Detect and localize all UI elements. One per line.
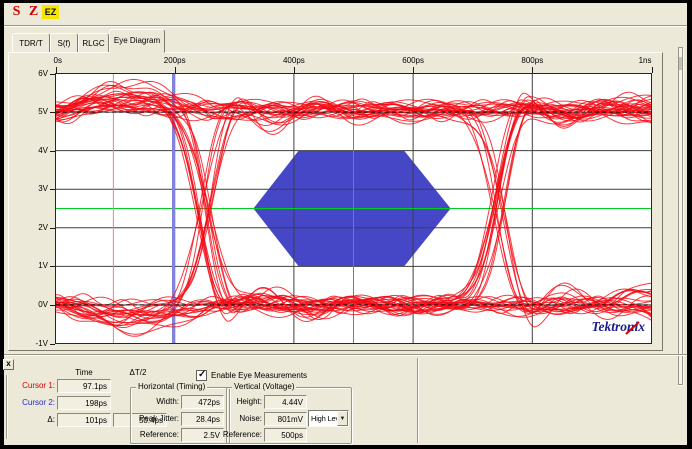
- cursor2-label: Cursor 2:: [22, 398, 55, 408]
- x-axis-tick-label: 800ps: [512, 56, 552, 65]
- eye-diagram-plot[interactable]: Tektronix: [55, 73, 652, 344]
- peak-jitter-field: 28.4ps: [181, 412, 224, 426]
- x-axis-tick-label: 0s: [54, 56, 62, 65]
- width-label: Width:: [156, 397, 179, 407]
- x-axis-tick: [56, 67, 57, 73]
- y-axis-tick-label: 1V: [20, 261, 48, 270]
- tab-label: Eye Diagram: [114, 36, 160, 45]
- y-axis-tick: [50, 151, 55, 152]
- delta-t-half-column-header: ΔT/2: [110, 368, 166, 378]
- cursor1-time-field[interactable]: 97.1ps: [57, 379, 111, 393]
- tab-tdrt[interactable]: TDR/T: [12, 33, 50, 53]
- toolbar-separator: [4, 25, 687, 26]
- enable-eye-checkbox[interactable]: ✓: [196, 370, 207, 381]
- x-axis-tick: [413, 67, 414, 73]
- vertical-voltage-title: Vertical (Voltage): [232, 382, 296, 391]
- cursor1-label: Cursor 1:: [22, 381, 55, 391]
- bottom-panel-separator: [4, 354, 687, 355]
- enable-eye-checkbox-label: Enable Eye Measurements: [211, 371, 307, 381]
- y-axis-tick-label: 6V: [20, 69, 48, 78]
- panel-grip[interactable]: [6, 375, 7, 439]
- chevron-down-icon[interactable]: ▼: [337, 411, 348, 426]
- y-axis-tick: [50, 266, 55, 267]
- cursor2-time-field[interactable]: 198ps: [57, 396, 111, 410]
- time-column-header: Time: [57, 368, 111, 378]
- panel-close-button[interactable]: x: [3, 359, 14, 370]
- vertical-slider-track[interactable]: [678, 47, 683, 385]
- y-axis-tick: [50, 112, 55, 113]
- application-window: S Z EZ TDR/T S(f) RLGC Eye Diagram Tektr…: [0, 0, 692, 449]
- y-axis-tick-label: 5V: [20, 107, 48, 116]
- tab-eye-diagram[interactable]: Eye Diagram: [109, 29, 165, 53]
- x-axis-tick: [175, 67, 176, 73]
- width-field: 472ps: [181, 395, 224, 409]
- x-axis-tick: [652, 67, 653, 73]
- height-label: Height:: [237, 397, 262, 407]
- bottom-panel-divider: [417, 358, 418, 443]
- noise-field: 801mV: [264, 412, 307, 426]
- height-field: 4.44V: [264, 395, 307, 409]
- y-axis-tick-label: 0V: [20, 300, 48, 309]
- y-axis-tick-label: 2V: [20, 223, 48, 232]
- tab-sf[interactable]: S(f): [50, 33, 78, 53]
- y-axis-tick: [50, 189, 55, 190]
- toolbar-ez-icon[interactable]: EZ: [42, 5, 59, 19]
- noise-level-dropdown[interactable]: High Level ▼: [308, 410, 349, 427]
- horizontal-reference-field[interactable]: 2.5V: [181, 428, 224, 442]
- horizontal-timing-title: Horizontal (Timing): [136, 382, 207, 391]
- y-axis-tick: [50, 228, 55, 229]
- y-axis-tick-label: -1V: [20, 339, 48, 348]
- x-axis-tick: [294, 67, 295, 73]
- y-axis-tick-label: 4V: [20, 146, 48, 155]
- x-axis-tick-label: 400ps: [274, 56, 314, 65]
- x-axis-tick-label: 600ps: [393, 56, 433, 65]
- y-axis-tick: [50, 74, 55, 75]
- vertical-slider-thumb[interactable]: [679, 57, 682, 70]
- toolbar-s-icon[interactable]: S: [9, 4, 24, 21]
- y-axis-tick: [50, 305, 55, 306]
- delta-time-field: 101ps: [57, 413, 111, 427]
- tab-label: TDR/T: [19, 39, 43, 48]
- delta-label: Δ:: [47, 415, 55, 425]
- vertical-reference-label: Reference:: [223, 430, 262, 440]
- toolbar-z-icon[interactable]: Z: [26, 4, 41, 21]
- tab-label: S(f): [58, 39, 71, 48]
- y-axis-tick-label: 3V: [20, 184, 48, 193]
- tab-rlgc[interactable]: RLGC: [78, 33, 109, 53]
- tab-label: RLGC: [82, 39, 104, 48]
- vertical-reference-field[interactable]: 500ps: [264, 428, 307, 442]
- peak-jitter-label: Peak Jitter:: [139, 414, 179, 424]
- x-axis-tick-label: 200ps: [155, 56, 195, 65]
- x-axis-tick: [532, 67, 533, 73]
- noise-label: Noise:: [239, 414, 262, 424]
- checkmark-icon: ✓: [198, 369, 206, 380]
- y-axis-tick: [50, 344, 55, 345]
- tektronix-logo: Tektronix: [591, 319, 645, 334]
- horizontal-reference-label: Reference:: [140, 430, 179, 440]
- x-axis-tick-label: 1ns: [620, 56, 652, 65]
